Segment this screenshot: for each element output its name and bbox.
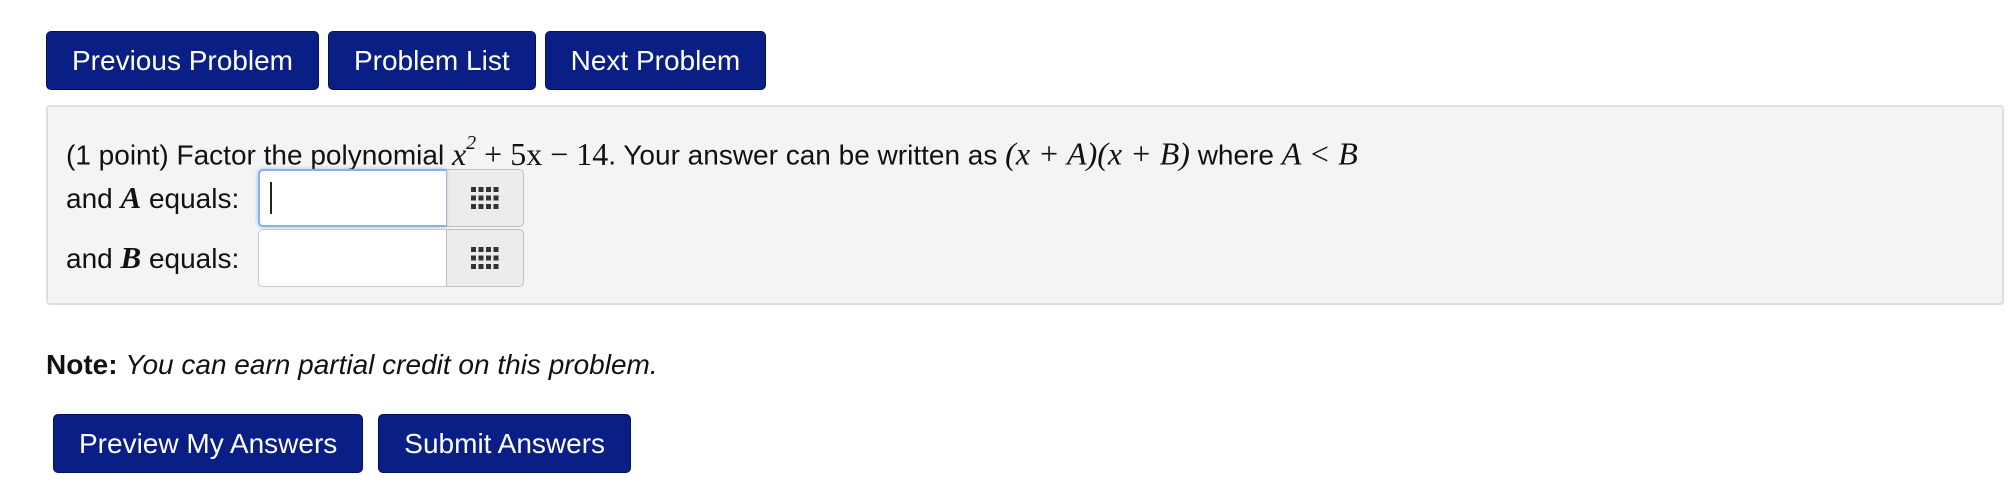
problem-panel: (1 point) Factor the polynomial x2 + 5x … (46, 105, 2004, 305)
points-label: (1 point) (66, 139, 169, 171)
answer-b-input[interactable] (258, 229, 446, 287)
next-problem-button[interactable]: Next Problem (544, 31, 767, 90)
partial-credit-note: Note: You can earn partial credit on thi… (46, 349, 658, 381)
factored-form-expression: (x + A)(x + B) (1005, 135, 1190, 172)
condition-expression: A < B (1281, 135, 1358, 172)
problem-list-button[interactable]: Problem List (327, 31, 536, 90)
problem-navigation: Previous Problem Problem List Next Probl… (46, 31, 767, 90)
submit-answers-button[interactable]: Submit Answers (378, 414, 632, 473)
answer-row-a: and A equals: (66, 169, 524, 227)
preview-answers-button[interactable]: Preview My Answers (53, 414, 364, 473)
polynomial-expression: x2 + 5x − 14 (451, 132, 609, 172)
answer-a-label: and A equals: (66, 180, 240, 215)
answer-b-field (258, 229, 524, 287)
note-message: You can earn partial credit on this prob… (125, 349, 658, 380)
previous-problem-button[interactable]: Previous Problem (46, 31, 319, 90)
statement-text-middle: . Your answer can be written as (608, 139, 998, 171)
statement-where: where (1197, 139, 1274, 171)
answer-actions: Preview My Answers Submit Answers (53, 414, 632, 473)
answer-a-field (258, 169, 524, 227)
answer-b-keyboard-button[interactable] (446, 229, 524, 287)
text-cursor (270, 182, 272, 214)
statement-text: Factor the polynomial (176, 139, 445, 171)
answer-a-input[interactable] (258, 169, 446, 227)
answer-a-keyboard-button[interactable] (446, 169, 524, 227)
answer-row-b: and B equals: (66, 229, 524, 287)
keyboard-grid-icon (471, 187, 499, 209)
note-lead: Note: (46, 349, 118, 380)
answer-b-label: and B equals: (66, 240, 240, 275)
keyboard-grid-icon (471, 247, 499, 269)
